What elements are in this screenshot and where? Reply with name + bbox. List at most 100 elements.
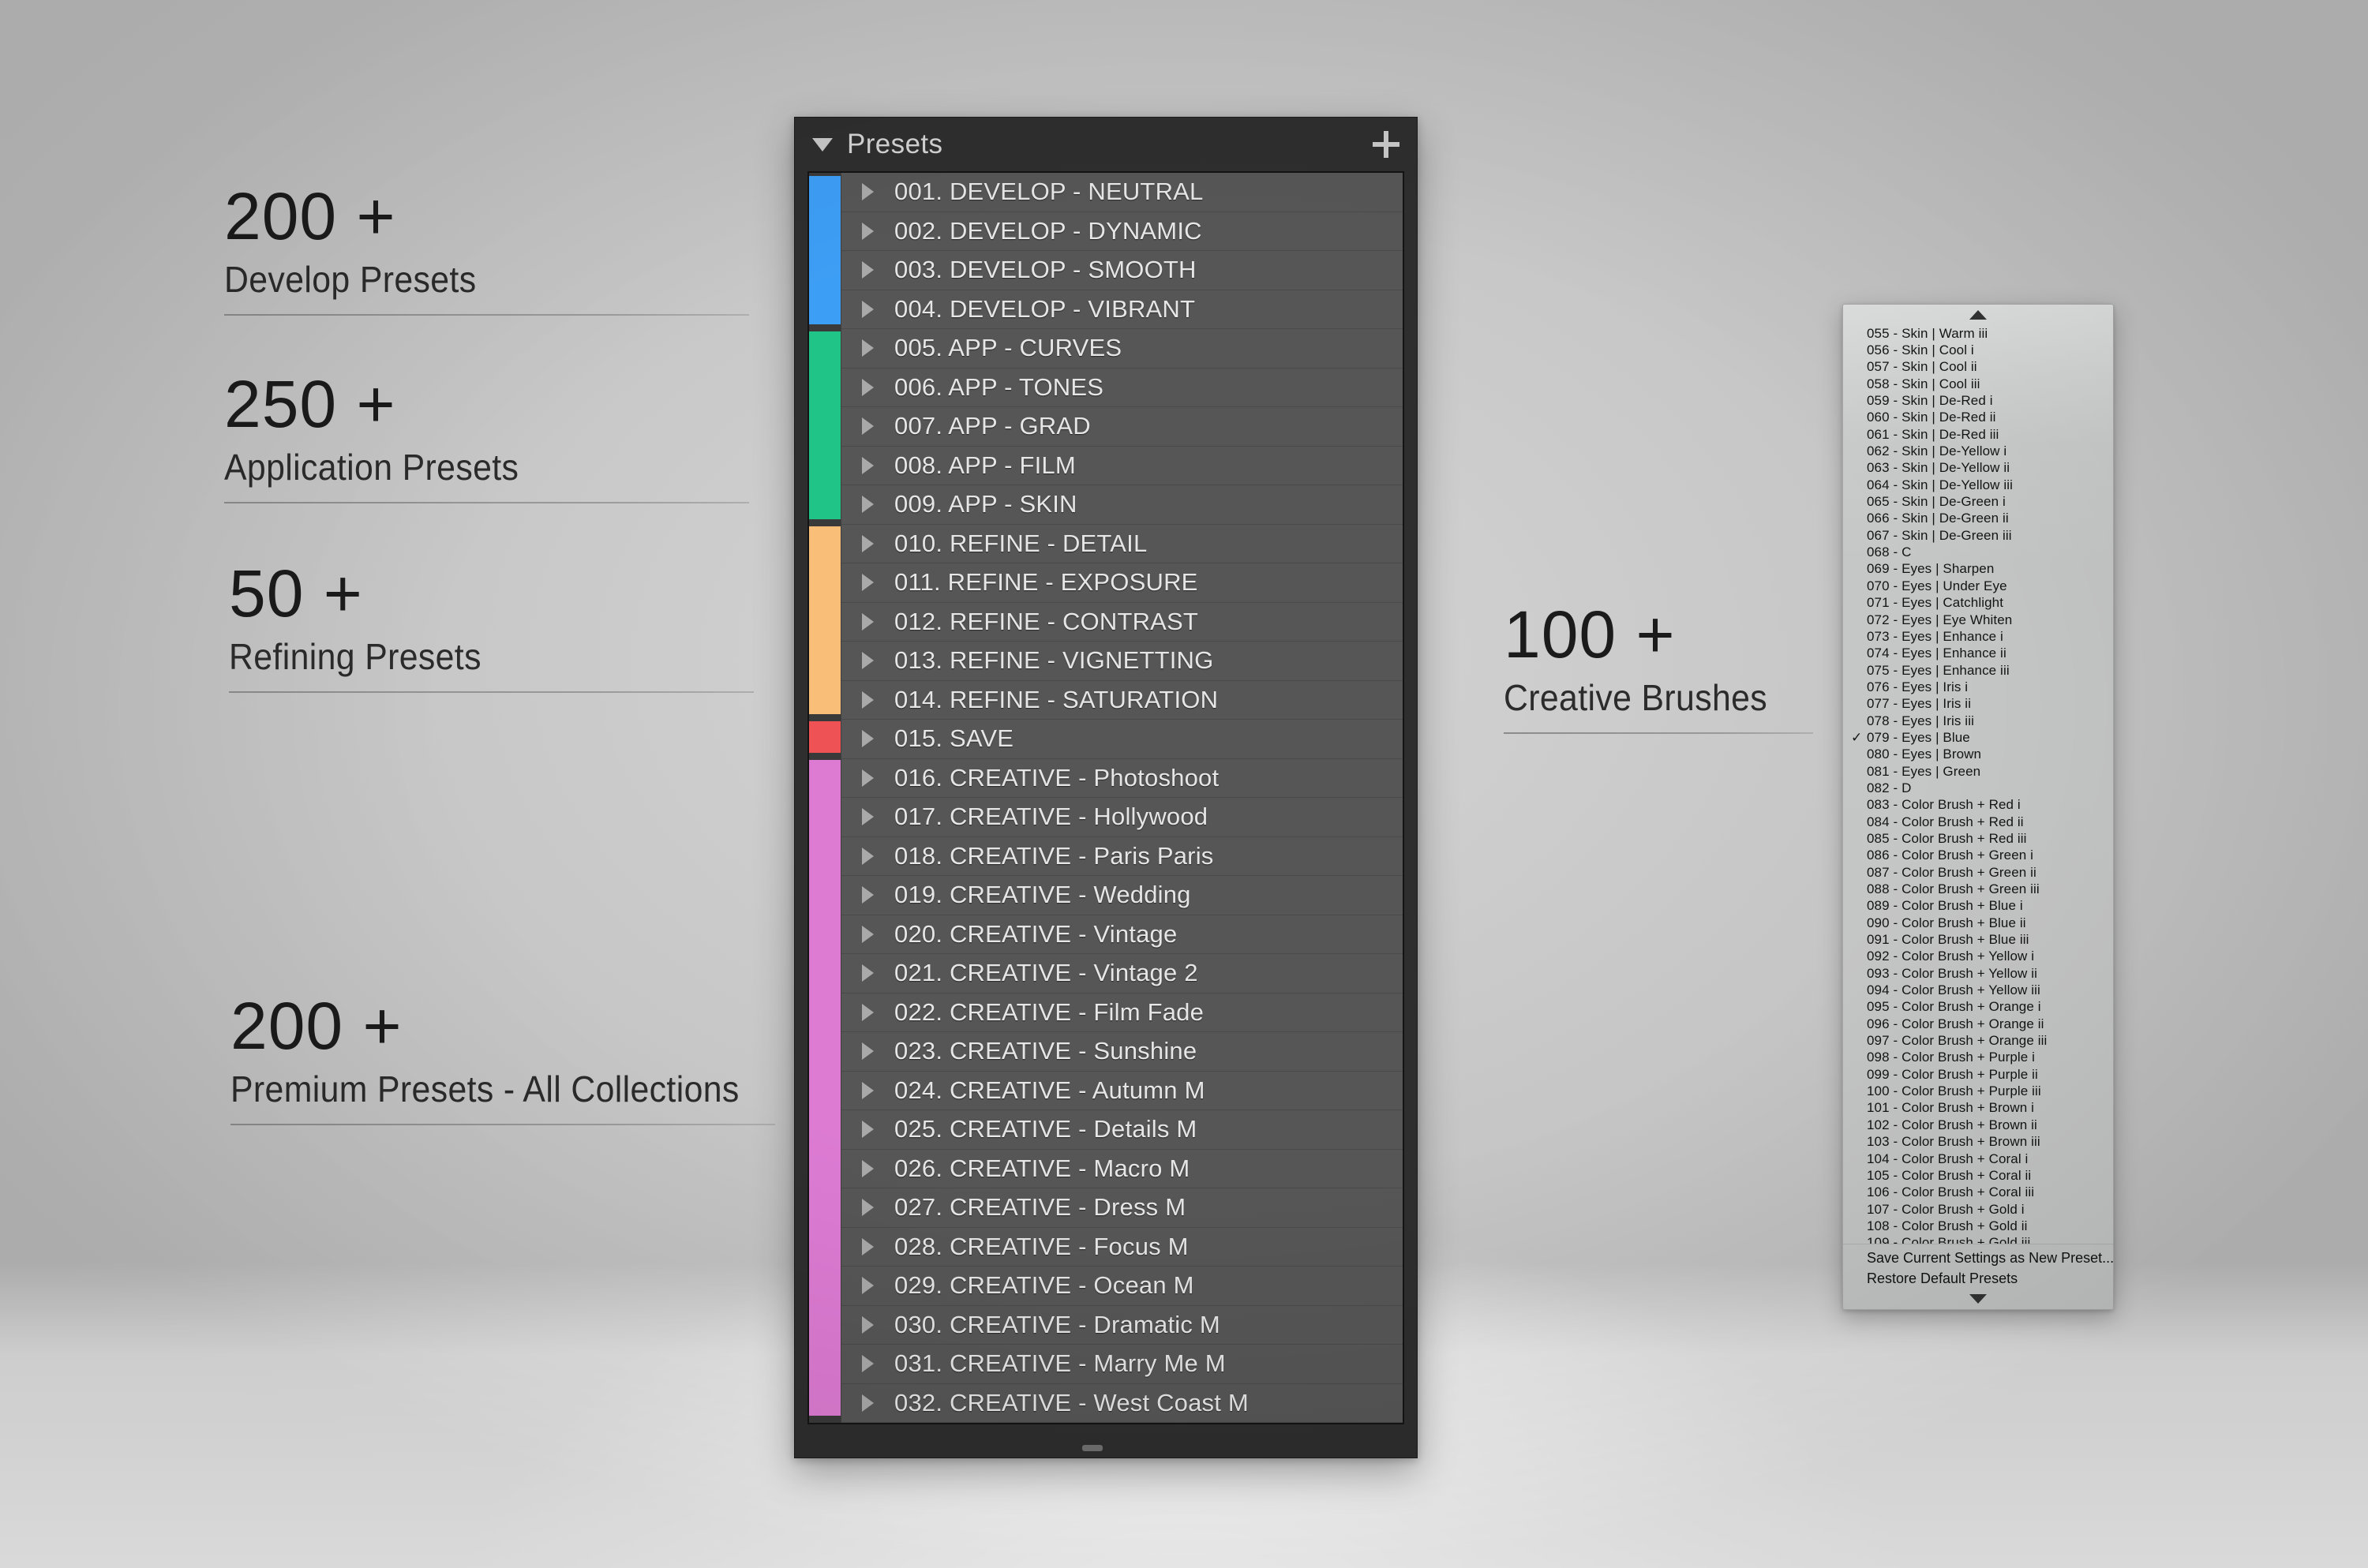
preset-list-item[interactable]: 011. REFINE - EXPOSURE <box>841 563 1403 603</box>
triangle-right-icon[interactable] <box>862 222 874 240</box>
dropdown-item[interactable]: 087 - Color Brush + Green ii <box>1843 864 2113 881</box>
preset-list-item[interactable]: 006. APP - TONES <box>841 369 1403 407</box>
dropdown-item[interactable]: 104 - Color Brush + Coral i <box>1843 1151 2113 1167</box>
dropdown-item[interactable]: 072 - Eyes | Eye Whiten <box>1843 612 2113 628</box>
triangle-right-icon[interactable] <box>862 300 874 318</box>
dropdown-item[interactable]: 074 - Eyes | Enhance ii <box>1843 646 2113 662</box>
triangle-right-icon[interactable] <box>862 378 874 396</box>
triangle-right-icon[interactable] <box>862 808 874 826</box>
triangle-right-icon[interactable] <box>862 1237 874 1256</box>
triangle-right-icon[interactable] <box>862 574 874 592</box>
dropdown-item[interactable]: 106 - Color Brush + Coral iii <box>1843 1184 2113 1201</box>
preset-list-item[interactable]: 020. CREATIVE - Vintage <box>841 915 1403 954</box>
triangle-right-icon[interactable] <box>862 1121 874 1139</box>
triangle-right-icon[interactable] <box>862 496 874 514</box>
triangle-right-icon[interactable] <box>862 183 874 201</box>
dropdown-scroll-up-button[interactable] <box>1843 305 2113 325</box>
preset-list-item[interactable]: 001. DEVELOP - NEUTRAL <box>841 173 1403 212</box>
dropdown-item[interactable]: 078 - Eyes | Iris iii <box>1843 713 2113 729</box>
triangle-right-icon[interactable] <box>862 1277 874 1295</box>
dropdown-footer-item[interactable]: Save Current Settings as New Preset... <box>1843 1248 2113 1268</box>
dropdown-item[interactable]: 093 - Color Brush + Yellow ii <box>1843 965 2113 982</box>
preset-list-item[interactable]: 023. CREATIVE - Sunshine <box>841 1032 1403 1072</box>
dropdown-item[interactable]: 077 - Eyes | Iris ii <box>1843 696 2113 713</box>
triangle-right-icon[interactable] <box>862 612 874 631</box>
preset-list-item[interactable]: 014. REFINE - SATURATION <box>841 681 1403 720</box>
presets-panel-header[interactable]: Presets <box>795 118 1417 171</box>
dropdown-item[interactable]: 097 - Color Brush + Orange iii <box>1843 1032 2113 1049</box>
preset-list-item[interactable]: 015. SAVE <box>841 720 1403 759</box>
triangle-right-icon[interactable] <box>862 261 874 279</box>
dropdown-item[interactable]: 088 - Color Brush + Green iii <box>1843 881 2113 897</box>
dropdown-item[interactable]: 070 - Eyes | Under Eye <box>1843 578 2113 594</box>
triangle-right-icon[interactable] <box>862 1003 874 1021</box>
preset-list-item[interactable]: 021. CREATIVE - Vintage 2 <box>841 954 1403 994</box>
triangle-right-icon[interactable] <box>862 1394 874 1412</box>
dropdown-item[interactable]: 096 - Color Brush + Orange ii <box>1843 1016 2113 1032</box>
dropdown-item[interactable]: 108 - Color Brush + Gold ii <box>1843 1218 2113 1234</box>
preset-list-item[interactable]: 027. CREATIVE - Dress M <box>841 1188 1403 1228</box>
preset-list-item[interactable]: 003. DEVELOP - SMOOTH <box>841 251 1403 290</box>
dropdown-item[interactable]: 063 - Skin | De-Yellow ii <box>1843 460 2113 477</box>
triangle-right-icon[interactable] <box>862 886 874 904</box>
triangle-right-icon[interactable] <box>862 1159 874 1177</box>
triangle-right-icon[interactable] <box>862 1081 874 1099</box>
dropdown-item[interactable]: 075 - Eyes | Enhance iii <box>1843 662 2113 679</box>
dropdown-item[interactable]: 058 - Skin | Cool iii <box>1843 376 2113 392</box>
dropdown-item[interactable]: 092 - Color Brush + Yellow i <box>1843 949 2113 965</box>
preset-list-item[interactable]: 007. APP - GRAD <box>841 407 1403 447</box>
dropdown-item[interactable]: 071 - Eyes | Catchlight <box>1843 595 2113 612</box>
dropdown-item[interactable]: 095 - Color Brush + Orange i <box>1843 999 2113 1016</box>
dropdown-item[interactable]: 083 - Color Brush + Red i <box>1843 797 2113 814</box>
dropdown-item[interactable]: 080 - Eyes | Brown <box>1843 747 2113 763</box>
preset-list-item[interactable]: 016. CREATIVE - Photoshoot <box>841 759 1403 798</box>
triangle-right-icon[interactable] <box>862 690 874 709</box>
dropdown-item[interactable]: 061 - Skin | De-Red iii <box>1843 426 2113 443</box>
triangle-right-icon[interactable] <box>862 847 874 865</box>
dropdown-item[interactable]: 067 - Skin | De-Green iii <box>1843 527 2113 544</box>
triangle-right-icon[interactable] <box>862 925 874 943</box>
preset-list-item[interactable]: 009. APP - SKIN <box>841 485 1403 525</box>
dropdown-item[interactable]: 101 - Color Brush + Brown i <box>1843 1100 2113 1117</box>
dropdown-footer-item[interactable]: Restore Default Presets <box>1843 1268 2113 1289</box>
triangle-right-icon[interactable] <box>862 534 874 552</box>
preset-list-item[interactable]: 024. CREATIVE - Autumn M <box>841 1072 1403 1110</box>
dropdown-item[interactable]: 065 - Skin | De-Green i <box>1843 493 2113 510</box>
preset-list-item[interactable]: 022. CREATIVE - Film Fade <box>841 994 1403 1032</box>
dropdown-item[interactable]: 099 - Color Brush + Purple ii <box>1843 1066 2113 1083</box>
triangle-right-icon[interactable] <box>862 456 874 474</box>
triangle-right-icon[interactable] <box>862 1199 874 1217</box>
preset-list-item[interactable]: 002. DEVELOP - DYNAMIC <box>841 212 1403 251</box>
scrollbar-thumb[interactable] <box>1081 1445 1103 1451</box>
dropdown-item[interactable]: 060 - Skin | De-Red ii <box>1843 410 2113 426</box>
preset-list-item[interactable]: 008. APP - FILM <box>841 447 1403 485</box>
triangle-right-icon[interactable] <box>862 964 874 982</box>
preset-list-item[interactable]: 004. DEVELOP - VIBRANT <box>841 290 1403 329</box>
dropdown-item[interactable]: ✓ 079 - Eyes | Blue <box>1843 729 2113 746</box>
dropdown-item[interactable]: 073 - Eyes | Enhance i <box>1843 628 2113 645</box>
dropdown-item[interactable]: 082 - D <box>1843 780 2113 796</box>
dropdown-item[interactable]: 066 - Skin | De-Green ii <box>1843 511 2113 527</box>
dropdown-item[interactable]: 085 - Color Brush + Red iii <box>1843 830 2113 847</box>
dropdown-item[interactable]: 064 - Skin | De-Yellow iii <box>1843 477 2113 493</box>
preset-list-item[interactable]: 025. CREATIVE - Details M <box>841 1110 1403 1150</box>
preset-list-item[interactable]: 029. CREATIVE - Ocean M <box>841 1267 1403 1306</box>
preset-list-item[interactable]: 018. CREATIVE - Paris Paris <box>841 837 1403 876</box>
triangle-right-icon[interactable] <box>862 1355 874 1373</box>
dropdown-item[interactable]: 062 - Skin | De-Yellow i <box>1843 443 2113 459</box>
triangle-right-icon[interactable] <box>862 652 874 670</box>
dropdown-item[interactable]: 094 - Color Brush + Yellow iii <box>1843 982 2113 998</box>
triangle-down-icon[interactable] <box>812 137 833 152</box>
dropdown-item[interactable]: 103 - Color Brush + Brown iii <box>1843 1134 2113 1151</box>
dropdown-scroll-down-button[interactable] <box>1843 1289 2113 1309</box>
preset-list-item[interactable]: 012. REFINE - CONTRAST <box>841 603 1403 642</box>
preset-list-item[interactable]: 028. CREATIVE - Focus M <box>841 1228 1403 1267</box>
plus-icon[interactable] <box>1373 131 1399 158</box>
preset-list-item[interactable]: 031. CREATIVE - Marry Me M <box>841 1345 1403 1384</box>
dropdown-item[interactable]: 091 - Color Brush + Blue iii <box>1843 931 2113 948</box>
dropdown-item[interactable]: 081 - Eyes | Green <box>1843 763 2113 780</box>
preset-list-item[interactable]: 026. CREATIVE - Macro M <box>841 1150 1403 1188</box>
dropdown-item[interactable]: 084 - Color Brush + Red ii <box>1843 814 2113 830</box>
dropdown-item[interactable]: 102 - Color Brush + Brown ii <box>1843 1117 2113 1133</box>
dropdown-item[interactable]: 086 - Color Brush + Green i <box>1843 848 2113 864</box>
